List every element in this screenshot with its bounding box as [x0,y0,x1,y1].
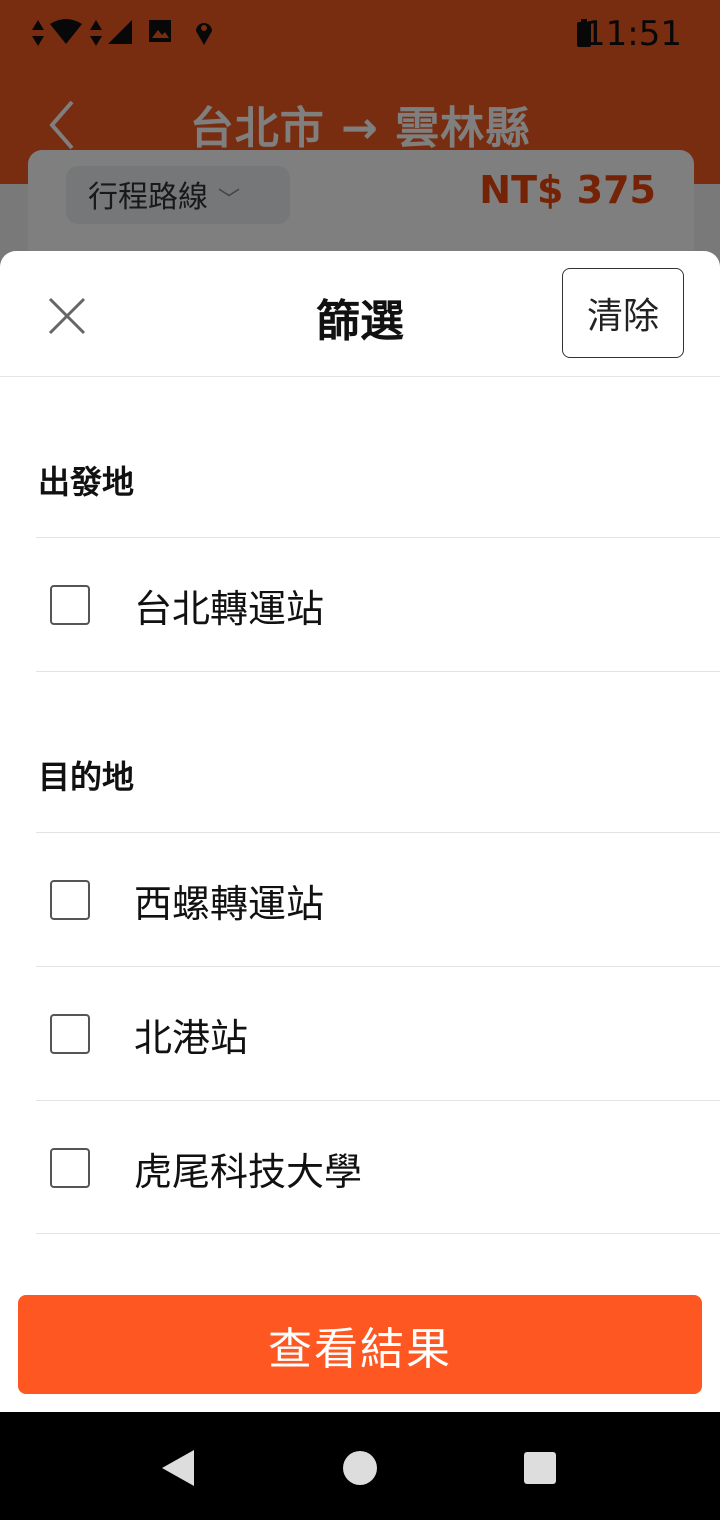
nav-home-icon[interactable] [342,1448,378,1488]
divider [36,671,720,672]
option-label: 虎尾科技大學 [134,1150,363,1194]
option-label: 西螺轉運站 [134,882,325,926]
checkbox[interactable] [50,1148,90,1188]
clear-button[interactable]: 清除 [562,268,684,358]
checkbox[interactable] [50,585,90,625]
filter-sheet: 篩選 清除 出發地 台北轉運站 目的地 西螺轉運站 北港站 虎尾科技大學 查看結… [0,251,720,1412]
nav-back-icon[interactable] [160,1448,196,1488]
option-row-xiluo-terminal[interactable]: 西螺轉運站 [36,833,720,966]
option-row-taipei-terminal[interactable]: 台北轉運站 [36,538,720,671]
filter-sheet-header: 篩選 清除 [0,251,720,377]
checkbox[interactable] [50,1014,90,1054]
checkbox[interactable] [50,880,90,920]
option-row-formosa-university[interactable]: 虎尾科技大學 [36,1101,720,1234]
divider [36,1233,720,1234]
navigation-bar [0,1412,720,1520]
section-title-origin: 出發地 [38,463,135,501]
option-label: 台北轉運站 [134,587,325,631]
view-results-button[interactable]: 查看結果 [18,1295,702,1394]
option-label: 北港站 [134,1016,249,1060]
nav-recents-icon[interactable] [522,1448,558,1488]
section-title-destination: 目的地 [38,758,135,796]
option-row-beigang-station[interactable]: 北港站 [36,967,720,1100]
